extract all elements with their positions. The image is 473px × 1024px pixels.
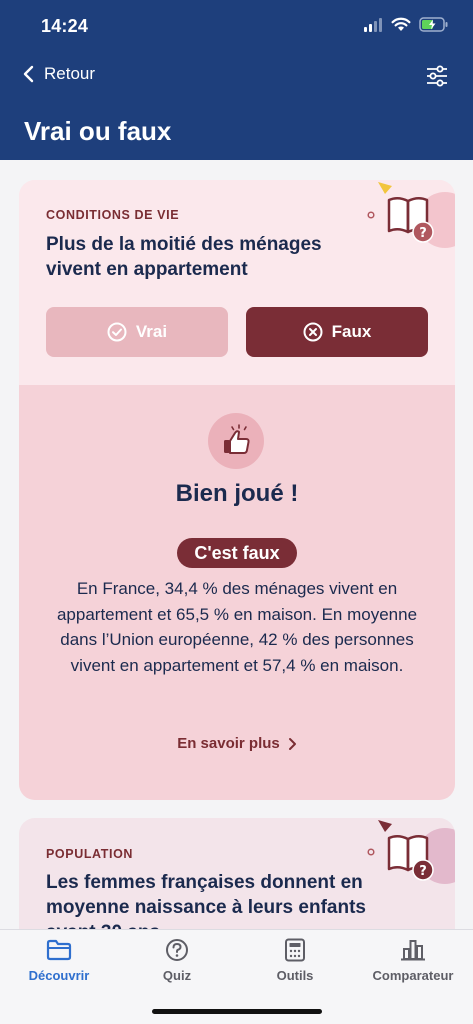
folder-icon — [46, 939, 72, 961]
card-category: POPULATION — [46, 847, 134, 861]
tab-label: Découvrir — [28, 968, 90, 983]
true-button[interactable]: Vrai — [46, 307, 228, 357]
tab-comparateur[interactable]: Comparateur — [354, 938, 472, 983]
calculator-icon — [285, 938, 305, 962]
result-title: Bien joué ! — [175, 480, 299, 507]
app-header: 14:24 Retour Vrai ou faux — [0, 0, 473, 160]
status-time: 14:24 — [41, 16, 89, 36]
back-button[interactable]: Retour — [22, 64, 95, 84]
learn-more-link[interactable]: En savoir plus — [19, 735, 455, 752]
tab-quiz[interactable]: Quiz — [118, 938, 236, 983]
false-button-label: Faux — [331, 322, 372, 341]
back-label: Retour — [44, 64, 96, 83]
chevron-right-icon — [288, 737, 296, 750]
home-indicator — [152, 1009, 322, 1014]
true-button-label: Vrai — [135, 322, 168, 341]
question-section: ? CONDITIONS DE VIE Plus de la moitié de… — [19, 180, 455, 385]
tab-label: Outils — [276, 968, 314, 983]
svg-text:?: ? — [419, 226, 427, 241]
thumbs-up-icon — [224, 424, 250, 454]
tab-decouvrir[interactable]: Découvrir — [0, 938, 118, 983]
bar-chart-icon — [401, 940, 425, 961]
battery-icon — [419, 17, 448, 32]
answer-result: Bien joué ! C'est faux En France, 34,4 %… — [19, 385, 455, 800]
filter-button[interactable] — [425, 64, 449, 88]
signal-icon — [364, 17, 382, 32]
question-circle-icon — [166, 939, 188, 961]
false-button[interactable]: Faux — [246, 307, 428, 357]
verdict-badge: C'est faux — [177, 538, 297, 568]
wifi-icon — [391, 17, 411, 31]
svg-text:?: ? — [419, 864, 427, 879]
thumbs-up-badge — [208, 413, 264, 469]
tab-outils[interactable]: Outils — [236, 938, 354, 983]
x-circle-icon — [303, 322, 323, 342]
answer-explanation: En France, 34,4 % des ménages vivent en … — [56, 579, 418, 675]
tab-label: Comparateur — [372, 968, 454, 983]
page-title: Vrai ou faux — [24, 116, 172, 146]
book-question-icon: ? — [367, 182, 455, 248]
check-circle-icon — [107, 322, 127, 342]
card-question: Plus de la moitié des ménages vivent en … — [46, 234, 322, 280]
tab-label: Quiz — [162, 968, 192, 983]
status-icons — [363, 17, 449, 32]
sliders-icon — [427, 65, 447, 87]
quiz-card: ? CONDITIONS DE VIE Plus de la moitié de… — [19, 180, 455, 800]
card-category: CONDITIONS DE VIE — [46, 208, 180, 222]
chevron-left-icon — [23, 65, 34, 83]
learn-more-label: En savoir plus — [177, 735, 280, 752]
